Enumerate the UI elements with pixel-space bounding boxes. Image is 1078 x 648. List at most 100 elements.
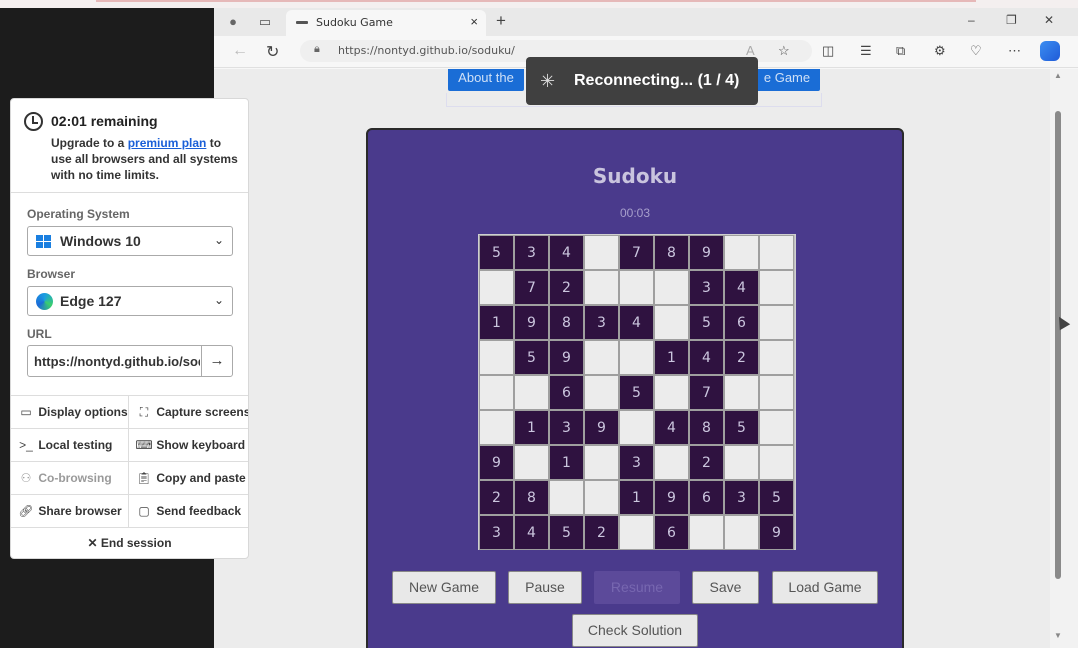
sudoku-cell[interactable] [549,480,584,515]
check-solution-button[interactable]: Check Solution [572,614,698,647]
sudoku-cell[interactable]: 8 [654,235,689,270]
sudoku-cell[interactable]: 9 [549,340,584,375]
sudoku-cell[interactable]: 8 [514,480,549,515]
more-menu-icon[interactable]: ⋯ [1008,43,1021,59]
sudoku-cell[interactable]: 4 [689,340,724,375]
sudoku-cell[interactable] [689,515,724,550]
new-tab-button[interactable]: + [496,11,506,31]
sudoku-cell[interactable]: 2 [724,340,759,375]
read-aloud-icon[interactable]: A [746,43,755,58]
sudoku-cell[interactable]: 1 [654,340,689,375]
sudoku-cell[interactable] [479,375,514,410]
show-keyboard-button[interactable]: ⌨ Show keyboard [129,428,248,461]
sudoku-cell[interactable] [759,410,794,445]
sudoku-cell[interactable]: 6 [654,515,689,550]
sudoku-cell[interactable]: 4 [549,235,584,270]
sudoku-cell[interactable] [584,235,619,270]
sudoku-cell[interactable]: 3 [584,305,619,340]
sudoku-cell[interactable] [759,375,794,410]
os-select[interactable]: Windows 10 ⌄ [27,226,233,256]
refresh-icon[interactable]: ↻ [266,42,279,62]
sudoku-cell[interactable]: 9 [654,480,689,515]
sudoku-cell[interactable] [759,445,794,480]
sudoku-cell[interactable] [759,235,794,270]
sudoku-cell[interactable] [724,375,759,410]
tab-sudoku-game[interactable]: Sudoku Game × [286,10,486,36]
sudoku-cell[interactable] [584,375,619,410]
sudoku-cell[interactable]: 6 [549,375,584,410]
sudoku-cell[interactable]: 4 [619,305,654,340]
co-browsing-button[interactable]: ⚇ Co-browsing [11,461,129,494]
sudoku-cell[interactable]: 3 [619,445,654,480]
sudoku-cell[interactable] [724,515,759,550]
restore-button[interactable]: ❐ [1006,13,1017,27]
new-game-button[interactable]: New Game [392,571,496,604]
profile-icon[interactable]: ● [224,13,242,31]
load-game-button[interactable]: Load Game [772,571,878,604]
copilot-icon[interactable] [1040,41,1060,61]
tab-close-icon[interactable]: × [470,14,478,29]
sudoku-cell[interactable] [619,410,654,445]
sudoku-cell[interactable] [584,480,619,515]
about-game-button[interactable]: About the [448,69,524,91]
scroll-down-icon[interactable]: ▼ [1054,631,1062,640]
sudoku-cell[interactable]: 9 [479,445,514,480]
sudoku-cell[interactable]: 9 [584,410,619,445]
sudoku-cell[interactable]: 4 [514,515,549,550]
save-button[interactable]: Save [692,571,759,604]
sudoku-cell[interactable]: 3 [549,410,584,445]
sudoku-cell[interactable]: 5 [549,515,584,550]
sudoku-cell[interactable]: 2 [584,515,619,550]
sudoku-cell[interactable]: 2 [479,480,514,515]
sudoku-cell[interactable] [584,445,619,480]
copy-paste-button[interactable]: 📋︎ Copy and paste [129,461,248,494]
back-arrow-icon[interactable]: ← [232,42,248,60]
sudoku-cell[interactable]: 5 [689,305,724,340]
sudoku-cell[interactable]: 3 [689,270,724,305]
pause-button[interactable]: Pause [508,571,582,604]
sudoku-cell[interactable] [619,515,654,550]
minimize-button[interactable]: – [968,13,975,27]
sudoku-cell[interactable] [514,375,549,410]
go-arrow-button[interactable]: → [201,346,232,376]
split-screen-icon[interactable]: ◫ [822,43,834,59]
sudoku-cell[interactable]: 1 [514,410,549,445]
sudoku-cell[interactable]: 9 [514,305,549,340]
sudoku-cell[interactable]: 3 [514,235,549,270]
sudoku-cell[interactable]: 1 [549,445,584,480]
share-browser-button[interactable]: 🔗︎ Share browser [11,494,129,527]
new-game-top-button[interactable]: e Game [754,69,820,91]
sudoku-cell[interactable]: 1 [479,305,514,340]
sudoku-cell[interactable]: 5 [514,340,549,375]
sudoku-cell[interactable] [759,340,794,375]
sudoku-cell[interactable]: 8 [689,410,724,445]
sudoku-cell[interactable]: 5 [619,375,654,410]
sudoku-cell[interactable] [514,445,549,480]
sudoku-cell[interactable]: 5 [479,235,514,270]
sudoku-cell[interactable]: 5 [724,410,759,445]
browser-select[interactable]: Edge 127 ⌄ [27,286,233,316]
sudoku-cell[interactable]: 6 [689,480,724,515]
sudoku-cell[interactable] [584,340,619,375]
sudoku-cell[interactable] [654,270,689,305]
local-testing-button[interactable]: >_ Local testing [11,428,129,461]
resume-button[interactable]: Resume [594,571,680,604]
favorites-icon[interactable]: ☰ [860,43,872,59]
sudoku-cell[interactable] [724,235,759,270]
sudoku-cell[interactable] [584,270,619,305]
sudoku-cell[interactable]: 1 [619,480,654,515]
collections-icon[interactable]: ⧉ [896,43,905,59]
sudoku-cell[interactable]: 6 [724,305,759,340]
capture-screenshot-button[interactable]: ⛶ Capture screenshot [129,395,248,428]
sudoku-cell[interactable] [479,270,514,305]
sudoku-cell[interactable]: 9 [689,235,724,270]
sudoku-cell[interactable] [759,305,794,340]
display-options-button[interactable]: ▭ Display options [11,395,129,428]
premium-plan-link[interactable]: premium plan [128,136,207,150]
performance-icon[interactable]: ♡ [970,43,982,59]
sudoku-cell[interactable]: 8 [549,305,584,340]
sudoku-cell[interactable] [654,375,689,410]
scroll-up-icon[interactable]: ▲ [1054,71,1062,80]
sudoku-cell[interactable]: 4 [724,270,759,305]
favorite-star-icon[interactable]: ☆ [778,43,790,59]
